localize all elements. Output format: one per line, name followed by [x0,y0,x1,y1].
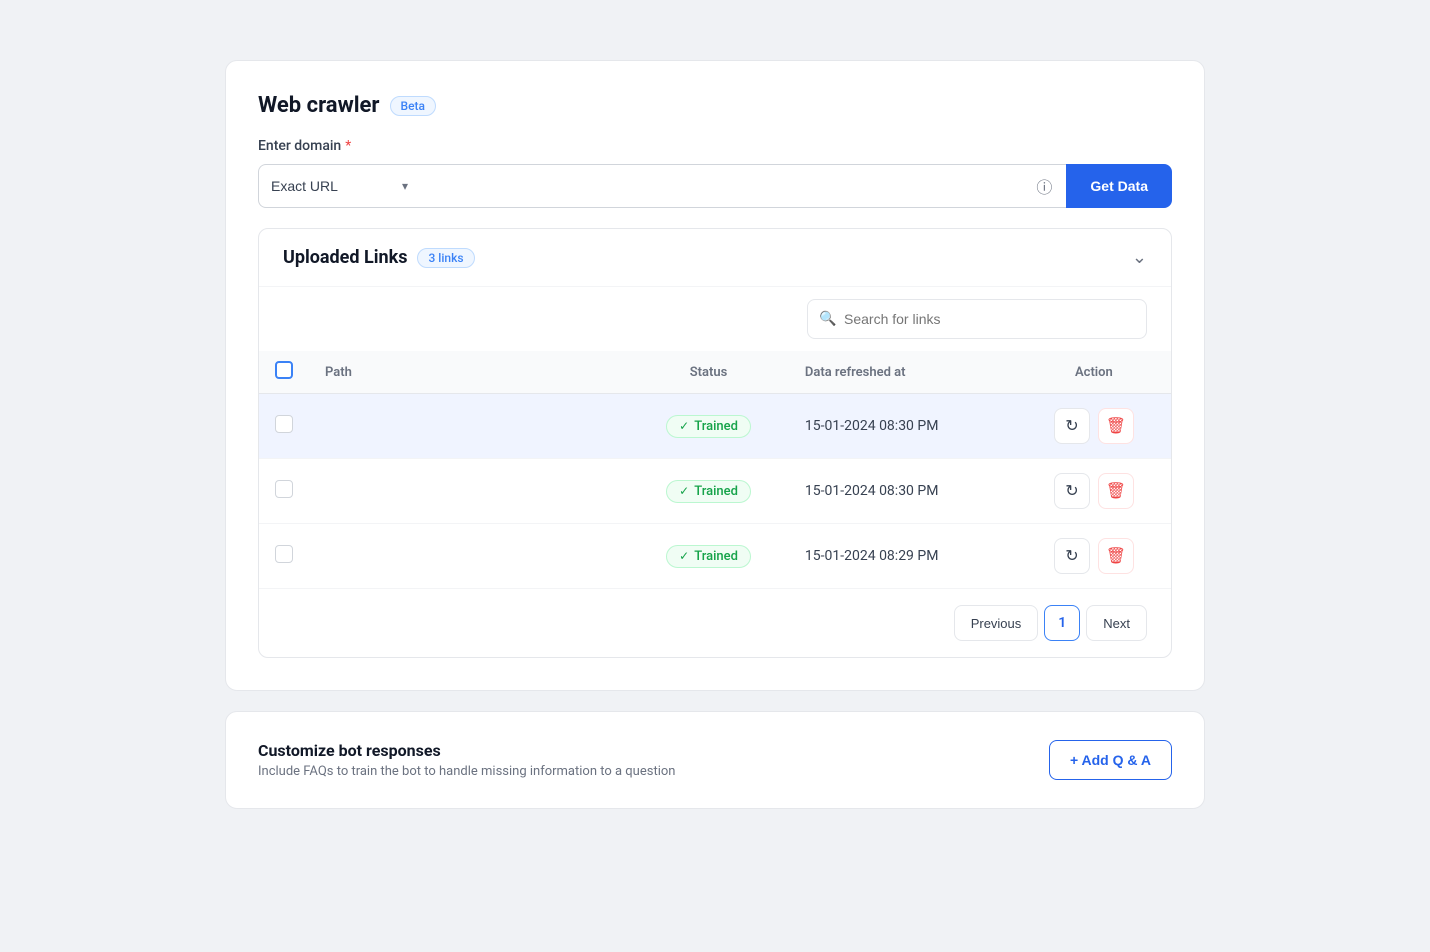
row-1-refresh-button[interactable]: ↻ [1054,408,1090,444]
trash-icon: 🗑 [1106,546,1126,566]
row-3-status: ✓ Trained [628,524,789,589]
customize-bot-text: Customize bot responses Include FAQs to … [258,741,675,779]
row-3-actions: ↻ 🗑 [1017,524,1171,589]
row-2-checkbox-cell [259,459,309,524]
check-icon: ✓ [679,484,689,498]
refresh-icon: ↻ [1065,481,1078,501]
row-2-date: 15-01-2024 08:30 PM [789,459,1017,524]
row-1-checkbox[interactable] [275,415,293,433]
status-label: Trained [694,549,738,564]
status-header: Status [628,351,789,394]
row-1-path [309,394,628,459]
table-row: ✓ Trained 15-01-2024 08:30 PM ↻ 🗑 [259,394,1171,459]
row-1-status-badge: ✓ Trained [666,415,751,438]
row-3-action-cell: ↻ 🗑 [1033,538,1155,574]
customize-bot-description: Include FAQs to train the bot to handle … [258,764,675,779]
page-title: Web crawler [258,93,380,118]
status-label: Trained [694,419,738,434]
action-header: Action [1017,351,1171,394]
url-type-select-wrapper: Exact URL Domain Subdomain ▾ [258,164,418,208]
links-table: Path Status Data refreshed at Action ✓ [259,351,1171,589]
chevron-up-icon: ⌄ [1132,247,1147,268]
customize-bot-title: Customize bot responses [258,741,675,760]
search-input[interactable] [807,299,1147,339]
pagination-row: Previous 1 Next [259,589,1171,657]
web-crawler-card: Web crawler Beta Enter domain * Exact UR… [225,60,1205,691]
row-3-checkbox[interactable] [275,545,293,563]
check-icon: ✓ [679,549,689,563]
search-icon: 🔍 [819,311,836,327]
row-2-path [309,459,628,524]
refresh-icon: ↻ [1065,416,1078,436]
question-circle-icon: ⓘ [1036,174,1052,198]
help-button[interactable]: ⓘ [1022,164,1066,208]
required-indicator: * [345,138,351,154]
refreshed-at-header: Data refreshed at [789,351,1017,394]
table-header-row: Path Status Data refreshed at Action [259,351,1171,394]
row-2-status: ✓ Trained [628,459,789,524]
uploaded-links-title: Uploaded Links [283,247,407,268]
check-icon: ✓ [679,419,689,433]
search-row: 🔍 [259,286,1171,351]
row-1-action-cell: ↻ 🗑 [1033,408,1155,444]
customize-bot-card: Customize bot responses Include FAQs to … [225,711,1205,809]
table-row: ✓ Trained 15-01-2024 08:30 PM ↻ 🗑 [259,459,1171,524]
trash-icon: 🗑 [1106,481,1126,501]
row-3-path [309,524,628,589]
row-3-refresh-button[interactable]: ↻ [1054,538,1090,574]
title-row: Web crawler Beta [258,93,1172,118]
row-1-date: 15-01-2024 08:30 PM [789,394,1017,459]
uploaded-links-section: Uploaded Links 3 links ⌄ 🔍 Path Status [258,228,1172,658]
select-all-checkbox[interactable] [275,361,293,379]
domain-label-row: Enter domain * [258,138,1172,154]
url-type-select[interactable]: Exact URL Domain Subdomain [258,164,418,208]
checkbox-header-cell [259,351,309,394]
row-2-refresh-button[interactable]: ↻ [1054,473,1090,509]
row-3-status-badge: ✓ Trained [666,545,751,568]
domain-input-row: Exact URL Domain Subdomain ▾ ⓘ Get Data [258,164,1172,208]
add-qa-button[interactable]: + Add Q & A [1049,740,1172,780]
row-1-delete-button[interactable]: 🗑 [1098,408,1134,444]
beta-badge: Beta [390,96,436,116]
get-data-button[interactable]: Get Data [1066,164,1172,208]
domain-label: Enter domain [258,138,341,154]
trash-icon: 🗑 [1106,416,1126,436]
row-3-delete-button[interactable]: 🗑 [1098,538,1134,574]
status-label: Trained [694,484,738,499]
uploaded-links-title-row: Uploaded Links 3 links [283,247,475,268]
previous-button[interactable]: Previous [954,605,1039,641]
row-2-action-cell: ↻ 🗑 [1033,473,1155,509]
row-3-date: 15-01-2024 08:29 PM [789,524,1017,589]
row-1-checkbox-cell [259,394,309,459]
current-page[interactable]: 1 [1044,605,1080,641]
row-1-status: ✓ Trained [628,394,789,459]
uploaded-links-header[interactable]: Uploaded Links 3 links ⌄ [259,229,1171,286]
table-row: ✓ Trained 15-01-2024 08:29 PM ↻ 🗑 [259,524,1171,589]
links-count-badge: 3 links [417,248,474,268]
next-button[interactable]: Next [1086,605,1147,641]
path-header: Path [309,351,628,394]
row-1-actions: ↻ 🗑 [1017,394,1171,459]
row-2-status-badge: ✓ Trained [666,480,751,503]
url-input[interactable] [418,164,1022,208]
row-2-actions: ↻ 🗑 [1017,459,1171,524]
row-2-delete-button[interactable]: 🗑 [1098,473,1134,509]
search-wrapper: 🔍 [807,299,1147,339]
row-2-checkbox[interactable] [275,480,293,498]
row-3-checkbox-cell [259,524,309,589]
refresh-icon: ↻ [1065,546,1078,566]
